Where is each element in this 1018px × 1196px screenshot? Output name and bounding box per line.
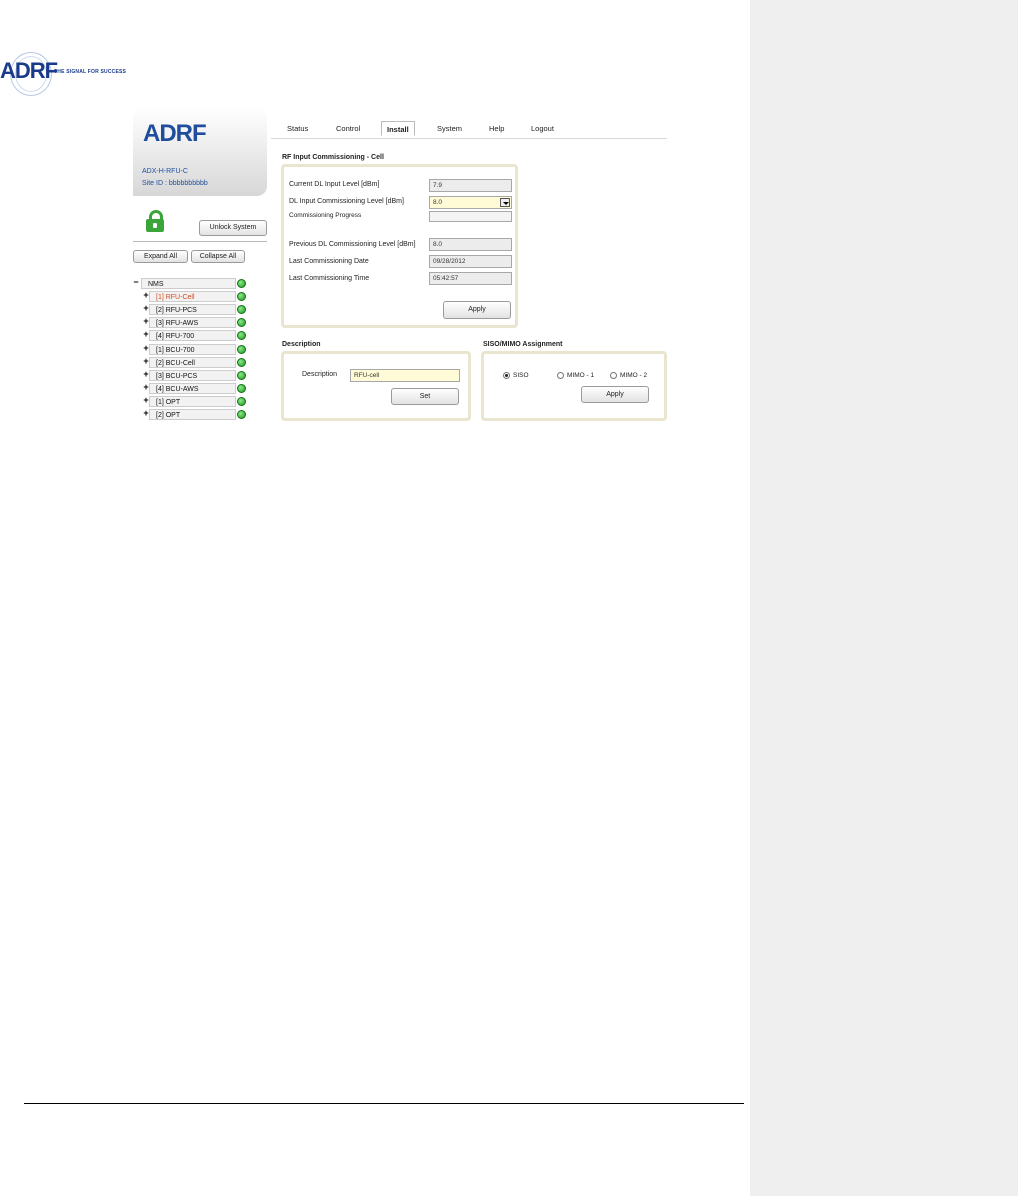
tree-item-label[interactable]: [2] BCU-Cell	[149, 356, 236, 368]
tree-item[interactable]: + [4] RFU-700	[133, 329, 267, 342]
radio-mimo-2-label: MIMO - 2	[620, 372, 648, 379]
tree-item-label[interactable]: [3] RFU-AWS	[149, 317, 236, 329]
comment-margin	[750, 0, 1018, 1196]
dl-commissioning-value: 8.0	[433, 199, 443, 206]
web-ui-screenshot: ADRF ADX-H-RFU-C Site ID : bbbbbbbbbb Un…	[133, 108, 667, 426]
main-tabs: Status Control Install System Help Logou…	[271, 121, 667, 139]
tab-status[interactable]: Status	[287, 124, 308, 133]
tree-item-label[interactable]: NMS	[141, 278, 236, 289]
prev-dl-label: Previous DL Commissioning Level [dBm]	[289, 241, 416, 248]
radio-siso-control[interactable]	[503, 372, 510, 379]
last-time-label: Last Commissioning Time	[289, 275, 370, 282]
last-time-field: 05:42:57	[429, 272, 512, 285]
tree-item[interactable]: − NMS	[133, 277, 267, 290]
status-ok-icon	[237, 410, 246, 419]
description-input[interactable]: RFU-cell	[350, 369, 460, 382]
tree-item-label[interactable]: [4] RFU-700	[149, 330, 236, 342]
tab-help[interactable]: Help	[489, 124, 504, 133]
description-label: Description	[302, 371, 338, 378]
tree-item-label[interactable]: [1] RFU-Cell	[149, 291, 236, 303]
tree-item-label[interactable]: [2] OPT	[149, 409, 236, 420]
status-ok-icon	[237, 396, 246, 406]
siso-mimo-panel: SISO MIMO - 1 MIMO - 2 Apply	[481, 351, 667, 421]
tree-item[interactable]: + [2] OPT	[133, 408, 267, 421]
description-panel: Description RFU-cell Set	[281, 351, 471, 421]
status-ok-icon	[237, 357, 246, 367]
status-ok-icon	[237, 383, 246, 393]
document-tagline: THE SIGNAL FOR SUCCESS	[54, 69, 127, 75]
tree-item[interactable]: + [4] BCU-AWS	[133, 382, 267, 395]
sidebar-header: ADRF ADX-H-RFU-C Site ID : bbbbbbbbbb	[133, 108, 267, 196]
dropdown-arrow-icon[interactable]	[500, 198, 510, 207]
tree-item[interactable]: + [3] RFU-AWS	[133, 316, 267, 329]
status-ok-icon	[237, 331, 246, 341]
tab-system[interactable]: System	[437, 124, 462, 133]
prev-dl-field: 8.0	[429, 238, 512, 251]
tree-item-label[interactable]: [4] BCU-AWS	[149, 382, 236, 394]
radio-siso-label: SISO	[513, 372, 529, 379]
current-dl-field: 7.9	[429, 179, 512, 192]
status-ok-icon	[237, 344, 246, 354]
radio-mimo-1-label: MIMO - 1	[567, 372, 595, 379]
tree-item[interactable]: + [1] OPT	[133, 395, 267, 408]
document-logo: ADRF THE SIGNAL FOR SUCCESS	[0, 52, 140, 96]
status-ok-icon	[237, 305, 246, 315]
commissioning-progress-bar	[429, 211, 512, 222]
radio-mimo-1-control[interactable]	[557, 372, 564, 379]
unlock-icon	[146, 210, 164, 232]
site-id: Site ID : bbbbbbbbbb	[142, 180, 208, 187]
tree-item-label[interactable]: [2] RFU-PCS	[149, 304, 236, 316]
app-logo: ADRF	[143, 120, 207, 147]
dl-commissioning-label: DL Input Commissioning Level [dBm]	[289, 198, 404, 205]
last-date-field: 09/28/2012	[429, 255, 512, 268]
progress-label: Commissioning Progress	[289, 212, 362, 219]
last-date-label: Last Commissioning Date	[289, 258, 369, 265]
model-name: ADX-H-RFU-C	[142, 168, 188, 175]
tree-item[interactable]: + [1] RFU-Cell	[133, 290, 267, 303]
footer-rule	[24, 1103, 744, 1104]
sidebar-divider	[133, 241, 267, 242]
current-dl-label: Current DL Input Level [dBm]	[289, 181, 380, 188]
tab-install[interactable]: Install	[381, 121, 415, 136]
status-ok-icon	[237, 292, 246, 302]
commissioning-title: RF Input Commissioning - Cell	[282, 154, 384, 161]
status-ok-icon	[237, 318, 246, 328]
tree-item[interactable]: + [2] BCU-Cell	[133, 356, 267, 369]
tree-item-label[interactable]: [1] BCU-700	[149, 343, 236, 355]
status-ok-icon	[237, 370, 246, 380]
status-ok-icon	[237, 279, 246, 288]
document-logo-text: ADRF	[0, 58, 58, 83]
tree-item[interactable]: + [1] BCU-700	[133, 343, 267, 356]
unlock-system-button[interactable]: Unlock System	[199, 220, 267, 236]
tab-logout[interactable]: Logout	[531, 124, 554, 133]
siso-mimo-title: SISO/MIMO Assignment	[483, 341, 563, 348]
tree-item[interactable]: + [2] RFU-PCS	[133, 303, 267, 316]
description-title: Description	[282, 341, 321, 348]
tree-item-label[interactable]: [3] BCU-PCS	[149, 369, 236, 381]
radio-mimo-2-control[interactable]	[610, 372, 617, 379]
expand-all-button[interactable]: Expand All	[133, 250, 188, 263]
collapse-icon[interactable]: −	[133, 277, 141, 287]
description-set-button[interactable]: Set	[391, 388, 459, 405]
tree-item-label[interactable]: [1] OPT	[149, 395, 236, 407]
collapse-all-button[interactable]: Collapse All	[191, 250, 245, 263]
siso-mimo-apply-button[interactable]: Apply	[581, 386, 649, 403]
commissioning-apply-button[interactable]: Apply	[443, 301, 511, 319]
tree-item[interactable]: + [3] BCU-PCS	[133, 369, 267, 382]
dl-commissioning-select[interactable]: 8.0	[429, 196, 512, 209]
tab-control[interactable]: Control	[336, 124, 360, 133]
commissioning-panel: Current DL Input Level [dBm] 7.9 DL Inpu…	[281, 164, 518, 328]
